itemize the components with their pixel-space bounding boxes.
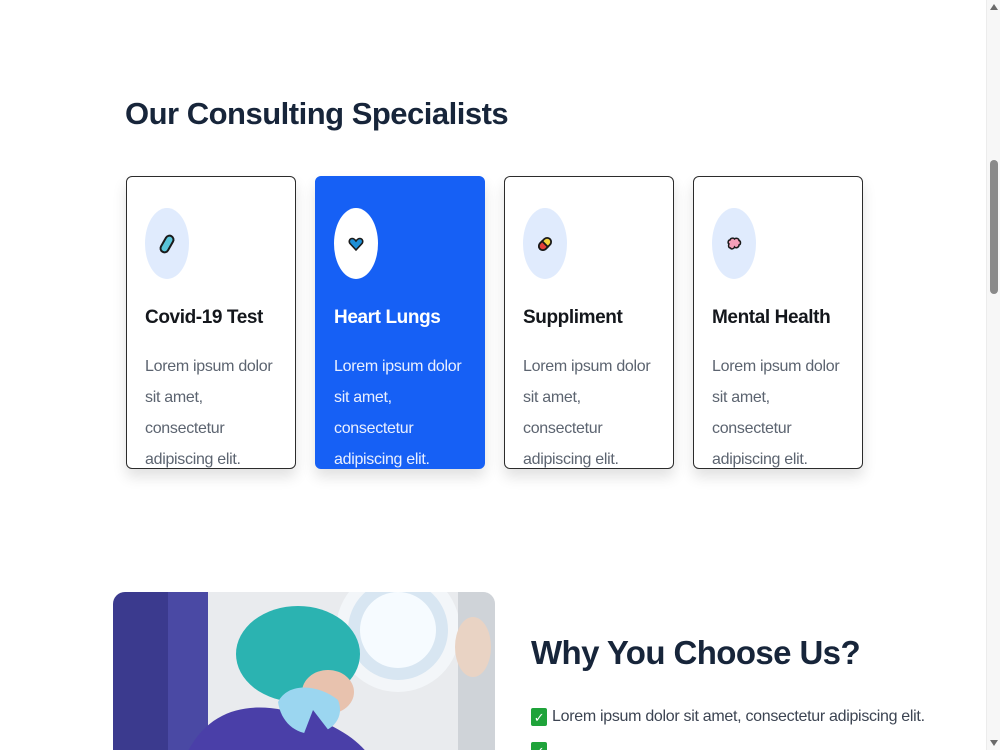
- card-description: Lorem ipsum dolor sit amet, consectetur …: [712, 358, 840, 468]
- scroll-up-icon[interactable]: [990, 4, 998, 10]
- card-covid-test[interactable]: Covid-19 Test Lorem ipsum dolor sit amet…: [126, 176, 296, 469]
- surgeon-illustration: [113, 592, 495, 750]
- check-icon: ✓: [531, 742, 547, 750]
- scroll-thumb[interactable]: [990, 160, 998, 294]
- pill-icon: [537, 236, 553, 251]
- card-mental-health[interactable]: Mental Health Lorem ipsum dolor sit amet…: [693, 176, 863, 469]
- list-item-text: Lorem ipsum dolor sit amet, consectetur …: [552, 708, 925, 725]
- capsule-icon: [159, 234, 175, 253]
- surgeon-photo: [113, 592, 495, 750]
- scroll-down-icon[interactable]: [990, 740, 998, 746]
- card-title: Heart Lungs: [334, 307, 441, 328]
- card-description: Lorem ipsum dolor sit amet, consectetur …: [145, 358, 273, 468]
- list-item: ✓: [531, 734, 925, 750]
- card-title: Mental Health: [712, 307, 831, 328]
- card-icon-circle: [334, 208, 378, 279]
- card-title: Suppliment: [523, 307, 623, 328]
- section-title: Our Consulting Specialists: [125, 96, 509, 131]
- why-choose-list: ✓ Lorem ipsum dolor sit amet, consectetu…: [531, 700, 925, 750]
- card-icon-circle: [523, 208, 567, 279]
- page: Our Consulting Specialists Covid-19 Test…: [0, 0, 986, 750]
- why-choose-title: Why You Choose Us?: [531, 634, 861, 671]
- card-description: Lorem ipsum dolor sit amet, consectetur …: [334, 358, 462, 468]
- card-icon-circle: [145, 208, 189, 279]
- card-description: Lorem ipsum dolor sit amet, consectetur …: [523, 358, 651, 468]
- card-title: Covid-19 Test: [145, 307, 263, 328]
- vertical-scrollbar[interactable]: [986, 0, 1000, 750]
- card-suppliment[interactable]: Suppliment Lorem ipsum dolor sit amet, c…: [504, 176, 674, 469]
- check-icon: ✓: [531, 708, 547, 726]
- heart-icon: [348, 237, 364, 251]
- card-icon-circle: [712, 208, 756, 279]
- brain-icon: [727, 236, 742, 250]
- card-heart-lungs[interactable]: Heart Lungs Lorem ipsum dolor sit amet, …: [315, 176, 485, 469]
- list-item: ✓ Lorem ipsum dolor sit amet, consectetu…: [531, 700, 925, 734]
